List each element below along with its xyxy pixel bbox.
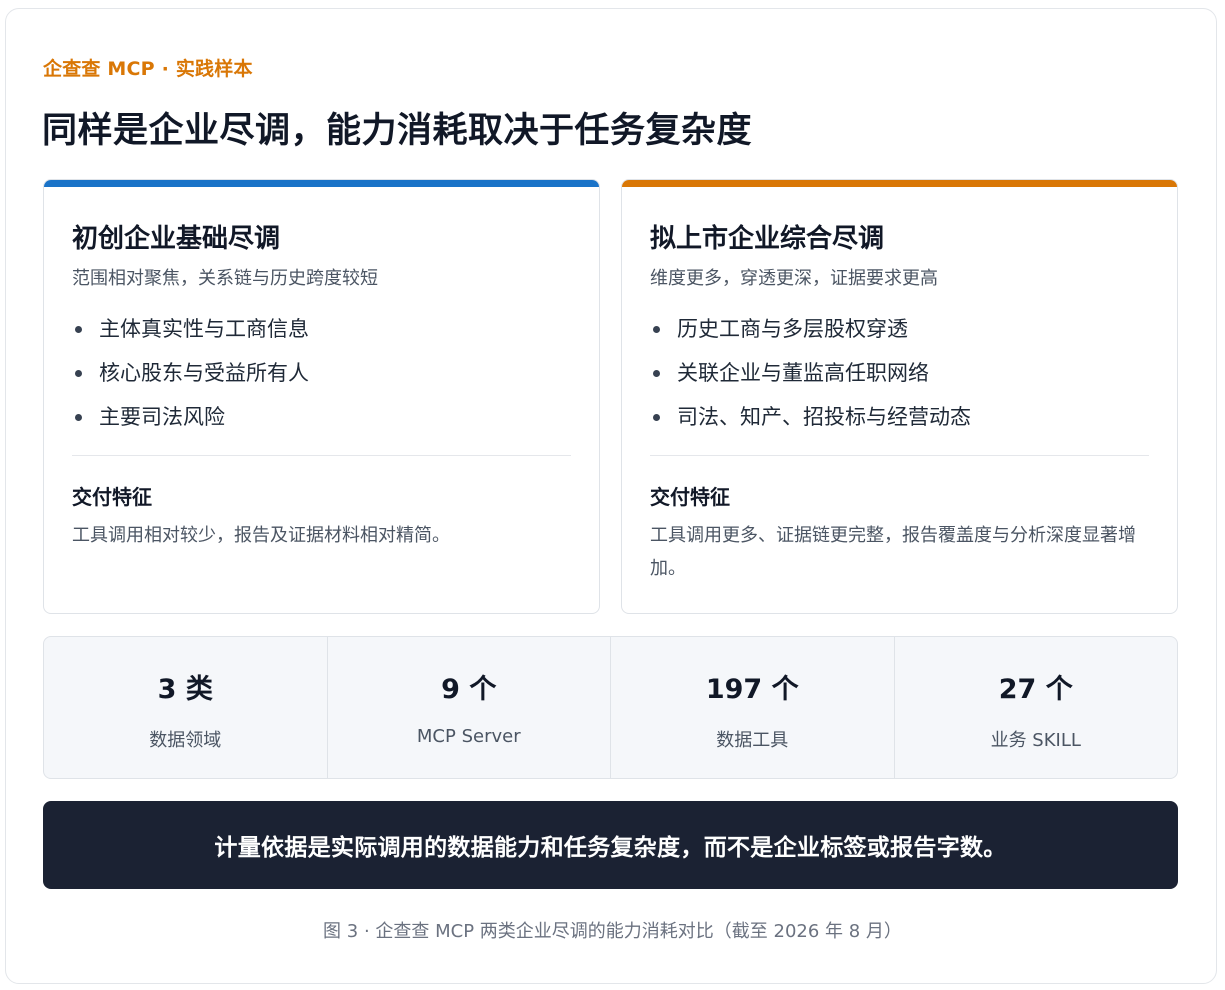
page-title: 同样是企业尽调，能力消耗取决于任务复杂度 bbox=[42, 111, 753, 151]
bullet-dot-icon bbox=[653, 370, 660, 377]
list-item: 核心股东与受益所有人 bbox=[72, 358, 309, 402]
list-item: 主要司法风险 bbox=[72, 402, 309, 446]
stat-value: 3 类 bbox=[157, 674, 213, 705]
card-title: 初创企业基础尽调 bbox=[72, 224, 281, 254]
card-title: 拟上市企业综合尽调 bbox=[650, 224, 885, 254]
list-item: 司法、知产、招投标与经营动态 bbox=[650, 402, 971, 446]
card-ipo-due-diligence: 拟上市企业综合尽调 维度更多，穿透更深，证据要求更高 历史工商与多层股权穿透 关… bbox=[621, 179, 1178, 614]
list-item-text: 关联企业与董监高任职网络 bbox=[677, 361, 929, 385]
stat-business-skills: 27 个 业务 SKILL bbox=[895, 637, 1178, 778]
list-item-text: 司法、知产、招投标与经营动态 bbox=[677, 405, 971, 429]
card-subtitle: 范围相对聚焦，关系链与历史跨度较短 bbox=[72, 268, 378, 289]
feature-text: 工具调用相对较少，报告及证据材料相对精简。 bbox=[72, 525, 450, 546]
stat-value: 9 个 bbox=[441, 674, 497, 705]
stat-mcp-servers: 9 个 MCP Server bbox=[328, 637, 611, 778]
feature-text: 工具调用更多、证据链更完整，报告覆盖度与分析深度显著增加。 bbox=[650, 525, 1136, 579]
stat-value: 27 个 bbox=[998, 674, 1073, 705]
bullet-dot-icon bbox=[653, 414, 660, 421]
list-item-text: 主体真实性与工商信息 bbox=[99, 317, 309, 341]
stat-label: 业务 SKILL bbox=[990, 730, 1081, 751]
banner-text: 计量依据是实际调用的数据能力和任务复杂度，而不是企业标签或报告字数。 bbox=[214, 835, 1007, 861]
bullet-dot-icon bbox=[75, 414, 82, 421]
figure-caption: 图 3 · 企查查 MCP 两类企业尽调的能力消耗对比（截至 2026 年 8 … bbox=[323, 921, 902, 942]
eyebrow-label: 企查查 MCP · 实践样本 bbox=[43, 58, 253, 80]
list-item-text: 历史工商与多层股权穿透 bbox=[677, 317, 908, 341]
feature-title: 交付特征 bbox=[72, 485, 152, 509]
stat-data-tools: 197 个 数据工具 bbox=[611, 637, 895, 778]
card-subtitle: 维度更多，穿透更深，证据要求更高 bbox=[650, 268, 938, 289]
stat-label: MCP Server bbox=[416, 726, 521, 747]
list-item: 关联企业与董监高任职网络 bbox=[650, 358, 971, 402]
card-startup-due-diligence: 初创企业基础尽调 范围相对聚焦，关系链与历史跨度较短 主体真实性与工商信息 核心… bbox=[43, 179, 600, 614]
list-item: 主体真实性与工商信息 bbox=[72, 314, 309, 358]
card-accent-bar-blue bbox=[44, 180, 599, 187]
list-item-text: 主要司法风险 bbox=[99, 405, 225, 429]
bullet-list: 主体真实性与工商信息 核心股东与受益所有人 主要司法风险 bbox=[72, 314, 309, 446]
stat-value: 197 个 bbox=[705, 674, 799, 705]
list-item-text: 核心股东与受益所有人 bbox=[99, 361, 309, 385]
stat-label: 数据领域 bbox=[149, 730, 222, 751]
bullet-list: 历史工商与多层股权穿透 关联企业与董监高任职网络 司法、知产、招投标与经营动态 bbox=[650, 314, 971, 446]
divider bbox=[72, 455, 571, 456]
divider bbox=[650, 455, 1149, 456]
card-accent-bar-orange bbox=[622, 180, 1177, 187]
bullet-dot-icon bbox=[75, 326, 82, 333]
summary-banner: 计量依据是实际调用的数据能力和任务复杂度，而不是企业标签或报告字数。 bbox=[43, 801, 1178, 889]
bullet-dot-icon bbox=[653, 326, 660, 333]
feature-title: 交付特征 bbox=[650, 485, 730, 509]
stat-data-domains: 3 类 数据领域 bbox=[44, 637, 328, 778]
stats-panel: 3 类 数据领域 9 个 MCP Server 197 个 数据工具 27 个 … bbox=[43, 636, 1178, 779]
stat-label: 数据工具 bbox=[716, 730, 789, 751]
list-item: 历史工商与多层股权穿透 bbox=[650, 314, 971, 358]
bullet-dot-icon bbox=[75, 370, 82, 377]
